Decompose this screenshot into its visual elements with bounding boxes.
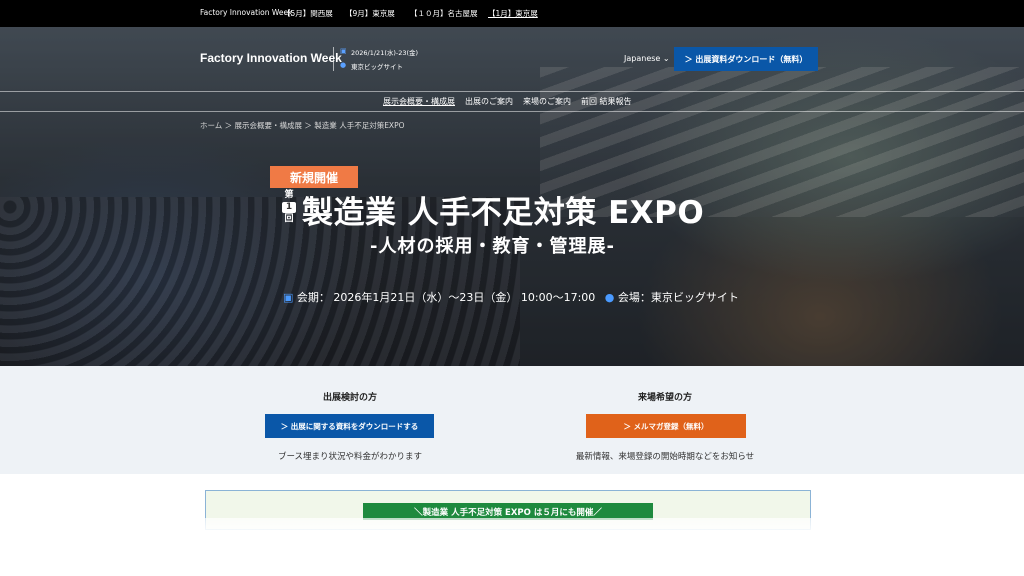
cta-exhibitor-heading: 出展検討の方 [322, 393, 377, 403]
breadcrumb[interactable]: ホーム ＞ 展示会概要・構成展 ＞ 製造業 人手不足対策EXPO [200, 120, 405, 131]
nav-item-report[interactable]: 前回 結果報告 [581, 96, 632, 107]
cta-visitor-desc: 最新情報、来場登録の開始時期などをお知らせ [575, 452, 755, 462]
location-pin-icon: ● [340, 61, 347, 69]
newsletter-signup-button[interactable]: ＞ メルマガ登録（無料） [586, 414, 746, 438]
calendar-icon: ▣ [283, 291, 294, 304]
topbar-link-nagoya[interactable]: 【１０月】名古屋展 [410, 8, 478, 19]
event-info: ▣ 会期： 2026年1月21日（水）～23日（金） 10:00～17:00 ●… [283, 289, 739, 305]
page-title: 製造業 人手不足対策 EXPO [302, 195, 705, 231]
logo-divider [333, 47, 334, 71]
event-date: 会期： 2026年1月21日（水）～23日（金） 10:00～17:00 [296, 291, 596, 304]
edition-number: 1 [282, 202, 296, 213]
nav-bottom-divider [0, 111, 1024, 112]
topbar-link-factory-innovation-week[interactable]: Factory Innovation Week [200, 8, 292, 17]
download-materials-button[interactable]: ＞ 出展資料ダウンロード（無料） [674, 47, 818, 71]
hero-section: Factory Innovation Week ▣ 2026/1/21(水)-2… [0, 27, 1024, 366]
topbar-link-tokyo-jan[interactable]: 【1月】東京展 [488, 8, 538, 19]
location-pin-icon: ● [604, 291, 615, 304]
new-event-badge: 新規開催 [270, 166, 358, 188]
site-logo[interactable]: Factory Innovation Week [200, 51, 342, 65]
top-bar: Factory Innovation Week 【5月】関西展 【9月】東京展 … [0, 0, 1024, 27]
nav-item-overview[interactable]: 展示会概要・構成展 [383, 96, 455, 107]
header-date: 2026/1/21(水)-23(金) [351, 49, 419, 57]
header-venue: 東京ビッグサイト [351, 63, 403, 71]
edition-label: 第 1 回 [282, 190, 296, 225]
calendar-icon: ▣ [340, 47, 347, 55]
language-selector[interactable]: Japanese ⌄ [624, 54, 670, 63]
topbar-link-tokyo-sep[interactable]: 【9月】東京展 [345, 8, 395, 19]
cta-section: 出展検討の方 ＞ 出展に関する資料をダウンロードする ブース埋まり状況や料金がわ… [0, 366, 1024, 474]
page-subtitle: -人材の採用・教育・管理展- [370, 236, 615, 257]
nav-top-divider [0, 91, 1024, 92]
nav-item-exhibit[interactable]: 出展のご案内 [465, 96, 513, 107]
nav-item-visit[interactable]: 来場のご案内 [523, 96, 571, 107]
language-label: Japanese [624, 54, 661, 63]
chevron-down-icon: ⌄ [662, 54, 670, 63]
topbar-link-kansai[interactable]: 【5月】関西展 [283, 8, 333, 19]
cta-visitor-heading: 来場希望の方 [637, 393, 692, 403]
event-venue: 会場：東京ビッグサイト [617, 291, 739, 304]
cta-exhibitor-desc: ブース埋まり状況や料金がわかります [277, 452, 423, 462]
exhibitor-download-button[interactable]: ＞ 出展に関する資料をダウンロードする [265, 414, 434, 438]
main-nav: 展示会概要・構成展 出展のご案内 来場のご案内 前回 結果報告 [383, 96, 632, 107]
